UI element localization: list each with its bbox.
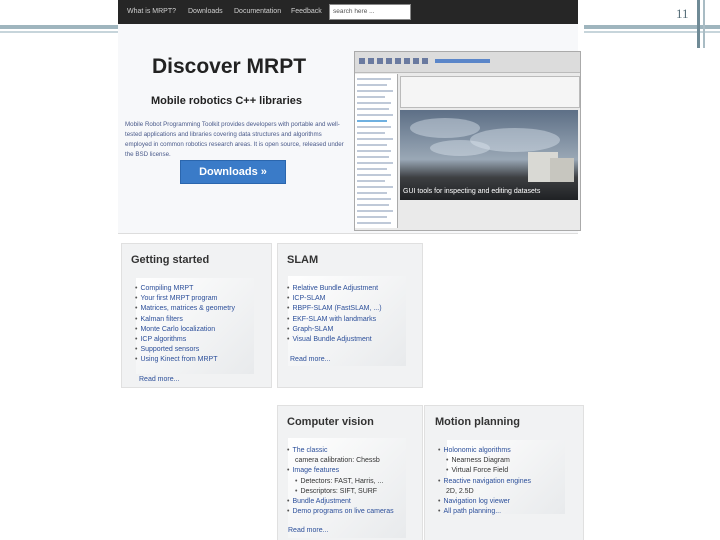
link-item[interactable]: • ICP-SLAM [287,294,382,304]
slide-number: 11 [676,6,689,21]
hero-description: Mobile Robot Programming Toolkit provide… [125,121,344,158]
nav-downloads[interactable]: Downloads [188,8,223,15]
dataset-list [355,74,398,228]
website-screenshot: What is MRPT? Downloads Documentation Fe… [118,0,584,540]
link-item[interactable]: • Visual Bundle Adjustment [287,335,382,345]
read-more-link[interactable]: Read more... [290,356,330,363]
motion-planning-list: • Holonomic algorithms • Nearness Diagram … [438,446,531,517]
section-title: Getting started [131,254,210,266]
toolbar-icon [404,58,410,64]
toolbar-icon [368,58,374,64]
link-item[interactable]: • Image features [287,466,394,476]
nav-what-is-mrpt[interactable]: What is MRPT? [127,8,176,15]
section-title: SLAM [287,254,319,266]
link-item[interactable]: • Detectors: FAST, Harris, ... [287,477,394,487]
link-item[interactable]: • Kalman filters [135,315,235,325]
link-item[interactable]: • Reactive navigation engines [438,477,531,487]
link-item[interactable]: • All path planning... [438,507,531,517]
search-input[interactable]: search here ... [329,4,411,20]
section-slam: SLAM • Relative Bundle Adjustment • ICP-SL… [277,243,423,388]
toolbar-icon [377,58,383,64]
link-item[interactable]: • Nearness Diagram [438,456,531,466]
link-item[interactable]: 2D, 2.5D [438,487,531,497]
hero-title: Discover MRPT [152,55,307,78]
hero-subtitle: Mobile robotics C++ libraries [151,95,302,107]
link-item[interactable]: • Demo programs on live cameras [287,507,394,517]
getting-started-list: • Compiling MRPT • Your first MRPT program… [135,284,235,366]
link-item[interactable]: • ICP algorithms [135,335,235,345]
nav-documentation[interactable]: Documentation [234,8,281,15]
properties-panel [400,76,580,108]
link-item[interactable]: • Supported sensors [135,345,235,355]
slide-right-rule [697,0,700,48]
link-item[interactable]: • RBPF-SLAM (FastSLAM, ...) [287,304,382,314]
link-item[interactable]: • Monte Carlo localization [135,325,235,335]
link-item[interactable]: • Navigation log viewer [438,497,531,507]
nav-feedback[interactable]: Feedback [291,8,322,15]
section-title: Motion planning [435,416,520,428]
toolbar-icon [413,58,419,64]
link-item[interactable]: • Compiling MRPT [135,284,235,294]
link-item[interactable]: • EKF-SLAM with landmarks [287,315,382,325]
link-item[interactable]: • Your first MRPT program [135,294,235,304]
slide-right-rule-thin [703,0,705,48]
read-more-link[interactable]: Read more... [139,376,179,383]
toolbar-icon [422,58,428,64]
computer-vision-list: • The classic camera calibration: Chessb … [287,446,394,517]
app-screenshot: GUI tools for inspecting and editing dat… [354,51,581,231]
section-title: Computer vision [287,416,374,428]
link-item[interactable]: camera calibration: Chessb [287,456,394,466]
section-computer-vision: Computer vision • The classic camera cali… [277,405,423,540]
app-caption: GUI tools for inspecting and editing dat… [403,188,541,195]
downloads-button[interactable]: Downloads » [180,160,286,184]
camera-image [400,110,578,200]
toolbar-icon [395,58,401,64]
link-item[interactable]: • Matrices, matrices & geometry [135,304,235,314]
section-getting-started: Getting started • Compiling MRPT • Your fi… [121,243,272,388]
top-navbar: What is MRPT? Downloads Documentation Fe… [118,0,578,24]
link-item[interactable]: • Relative Bundle Adjustment [287,284,382,294]
slam-list: • Relative Bundle Adjustment • ICP-SLAM • R… [287,284,382,345]
link-item[interactable]: • Holonomic algorithms [438,446,531,456]
link-item[interactable]: • Using Kinect from MRPT [135,355,235,365]
link-item[interactable]: • Descriptors: SIFT, SURF [287,487,394,497]
hero-section: Discover MRPT Mobile robotics C++ librar… [118,24,581,234]
toolbar-icon [386,58,392,64]
toolbar-progress [435,59,490,63]
toolbar-icon [359,58,365,64]
link-item[interactable]: • Virtual Force Field [438,466,531,476]
link-item[interactable]: • The classic [287,446,394,456]
read-more-link[interactable]: Read more... [288,527,328,534]
link-item[interactable]: • Graph-SLAM [287,325,382,335]
app-toolbar [355,52,580,73]
link-item[interactable]: • Bundle Adjustment [287,497,394,507]
section-motion-planning: Motion planning • Holonomic algorithms • N… [424,405,584,540]
